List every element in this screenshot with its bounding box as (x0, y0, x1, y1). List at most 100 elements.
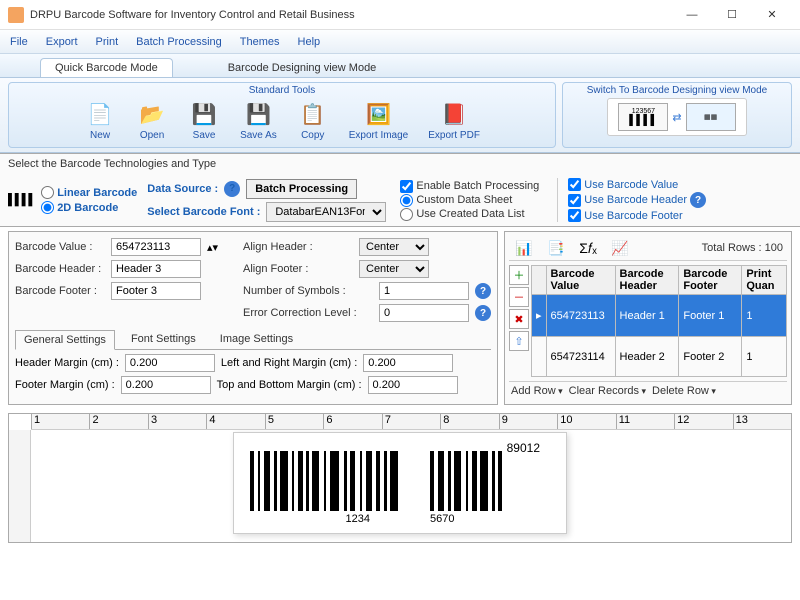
excel-import-icon[interactable]: 📊 (513, 238, 535, 258)
fmargin-input[interactable] (121, 376, 211, 394)
barcode-stripe-icon: ▌▌▌▌ (8, 194, 35, 206)
open-button[interactable]: 📂Open (130, 98, 174, 143)
add-row-button[interactable]: Add Row (511, 385, 563, 397)
export-pdf-button[interactable]: 📕Export PDF (422, 98, 486, 143)
ribbon-title-switch: Switch To Barcode Designing view Mode (587, 85, 767, 96)
use-header-checkbox[interactable]: Use Barcode Header ? (568, 192, 706, 208)
radio-custom-sheet[interactable]: Custom Data Sheet (400, 194, 539, 207)
barcode-image (250, 451, 550, 511)
ribbon: Standard Tools 📄New 📂Open 💾Save 💾Save As… (0, 78, 800, 153)
custom-sheet-label: Custom Data Sheet (416, 194, 512, 206)
grid-delete-button[interactable]: ✖ (509, 309, 529, 329)
switch-preview-left: 123567▌▌▌▌ (618, 103, 668, 131)
minimize-button[interactable]: — (672, 1, 712, 29)
barcode-num-right: 5670 (430, 513, 454, 525)
tab-design-mode[interactable]: Barcode Designing view Mode (213, 58, 392, 77)
col-header[interactable]: Barcode Header (615, 266, 679, 295)
save-icon: 💾 (188, 100, 220, 128)
app-icon (8, 7, 24, 23)
help-icon-2[interactable]: ? (690, 192, 706, 208)
grid-up-button[interactable]: ⇧ (509, 331, 529, 351)
data-grid[interactable]: Barcode Value Barcode Header Barcode Foo… (531, 265, 787, 377)
numsym-input[interactable] (379, 282, 469, 300)
tab-font[interactable]: Font Settings (123, 330, 204, 349)
batch-processing-button[interactable]: Batch Processing (246, 179, 357, 199)
copy-button[interactable]: 📋Copy (291, 98, 335, 143)
sheet-icon[interactable]: 📑 (545, 238, 567, 258)
lrmargin-input[interactable] (363, 354, 453, 372)
mode-tabs: Quick Barcode Mode Barcode Designing vie… (0, 54, 800, 78)
grid-add-button[interactable]: ＋ (509, 265, 529, 285)
total-rows: Total Rows : 100 (702, 242, 783, 254)
tab-image[interactable]: Image Settings (212, 330, 301, 349)
hmargin-label: Header Margin (cm) : (15, 357, 119, 369)
radio-linear[interactable]: Linear Barcode (41, 186, 137, 199)
use-footer-checkbox[interactable]: Use Barcode Footer (568, 209, 706, 222)
help-icon-4[interactable]: ? (475, 305, 491, 321)
tbmargin-input[interactable] (368, 376, 458, 394)
save-button[interactable]: 💾Save (182, 98, 226, 143)
align-footer-select[interactable]: Center (359, 260, 429, 278)
col-footer[interactable]: Barcode Footer (679, 266, 742, 295)
menu-file[interactable]: File (10, 36, 28, 48)
technology-bar: Select the Barcode Technologies and Type… (0, 153, 800, 227)
table-row[interactable]: 654723114Header 2Footer 21 (532, 337, 787, 377)
tab-general[interactable]: General Settings (15, 330, 115, 350)
align-header-label: Align Header : (243, 241, 353, 253)
open-label: Open (140, 130, 164, 141)
created-list-label: Use Created Data List (416, 208, 524, 220)
footer-label: Barcode Footer : (15, 285, 105, 297)
export-pdf-icon: 📕 (438, 100, 470, 128)
new-icon: 📄 (84, 100, 116, 128)
value-label: Barcode Value : (15, 241, 105, 253)
menu-batch[interactable]: Batch Processing (136, 36, 222, 48)
window-title: DRPU Barcode Software for Inventory Cont… (30, 9, 672, 21)
use-value-checkbox[interactable]: Use Barcode Value (568, 178, 706, 191)
ecc-input[interactable] (379, 304, 469, 322)
saveas-button[interactable]: 💾Save As (234, 98, 283, 143)
switch-mode-button[interactable]: 123567▌▌▌▌ ⇄ ▦▦ (607, 98, 747, 136)
maximize-button[interactable]: ☐ (712, 1, 752, 29)
menu-bar: File Export Print Batch Processing Theme… (0, 30, 800, 54)
barcode-value-input[interactable] (111, 238, 201, 256)
barcode-num-left: 1234 (346, 513, 370, 525)
clear-records-button[interactable]: Clear Records (569, 385, 646, 397)
numsym-label: Number of Symbols : (243, 285, 373, 297)
tab-quick-mode[interactable]: Quick Barcode Mode (40, 58, 173, 77)
select-font-label: Select Barcode Font : (147, 206, 260, 218)
new-button[interactable]: 📄New (78, 98, 122, 143)
hmargin-input[interactable] (125, 354, 215, 372)
twod-label: 2D Barcode (57, 202, 118, 214)
radio-2d[interactable]: 2D Barcode (41, 201, 137, 214)
help-icon-3[interactable]: ? (475, 283, 491, 299)
stepper-icon[interactable]: ▴▾ (207, 241, 218, 254)
excel-export-icon[interactable]: 📈 (609, 238, 631, 258)
menu-help[interactable]: Help (298, 36, 321, 48)
barcode-font-select[interactable]: DatabarEAN13Font (266, 202, 386, 222)
menu-export[interactable]: Export (46, 36, 78, 48)
menu-print[interactable]: Print (96, 36, 119, 48)
title-bar: DRPU Barcode Software for Inventory Cont… (0, 0, 800, 30)
col-qty[interactable]: Print Quan (742, 266, 787, 295)
fx-icon[interactable]: Σ𝑓ₓ (577, 238, 599, 258)
menu-themes[interactable]: Themes (240, 36, 280, 48)
ribbon-standard-tools: Standard Tools 📄New 📂Open 💾Save 💾Save As… (8, 82, 556, 148)
grid-toolbar: 📊 📑 Σ𝑓ₓ 📈 Total Rows : 100 (509, 236, 787, 261)
barcode-footer-input[interactable] (111, 282, 201, 300)
enable-batch-checkbox[interactable]: Enable Batch Processing (400, 180, 539, 193)
export-image-button[interactable]: 🖼️ Export Image (343, 98, 414, 143)
use-header-label: Use Barcode Header (584, 194, 687, 206)
barcode-header-input[interactable] (111, 260, 201, 278)
help-icon[interactable]: ? (224, 181, 240, 197)
grid-remove-button[interactable]: － (509, 287, 529, 307)
fmargin-label: Footer Margin (cm) : (15, 379, 115, 391)
table-row[interactable]: ▸654723113Header 1Footer 11 (532, 295, 787, 337)
col-value[interactable]: Barcode Value (546, 266, 615, 295)
close-button[interactable]: ✕ (752, 1, 792, 29)
delete-row-button[interactable]: Delete Row (652, 385, 716, 397)
ruler-vertical (9, 430, 31, 542)
export-image-label: Export Image (349, 130, 408, 141)
radio-created-list[interactable]: Use Created Data List (400, 208, 539, 221)
align-header-select[interactable]: Center (359, 238, 429, 256)
export-image-icon: 🖼️ (363, 100, 395, 128)
